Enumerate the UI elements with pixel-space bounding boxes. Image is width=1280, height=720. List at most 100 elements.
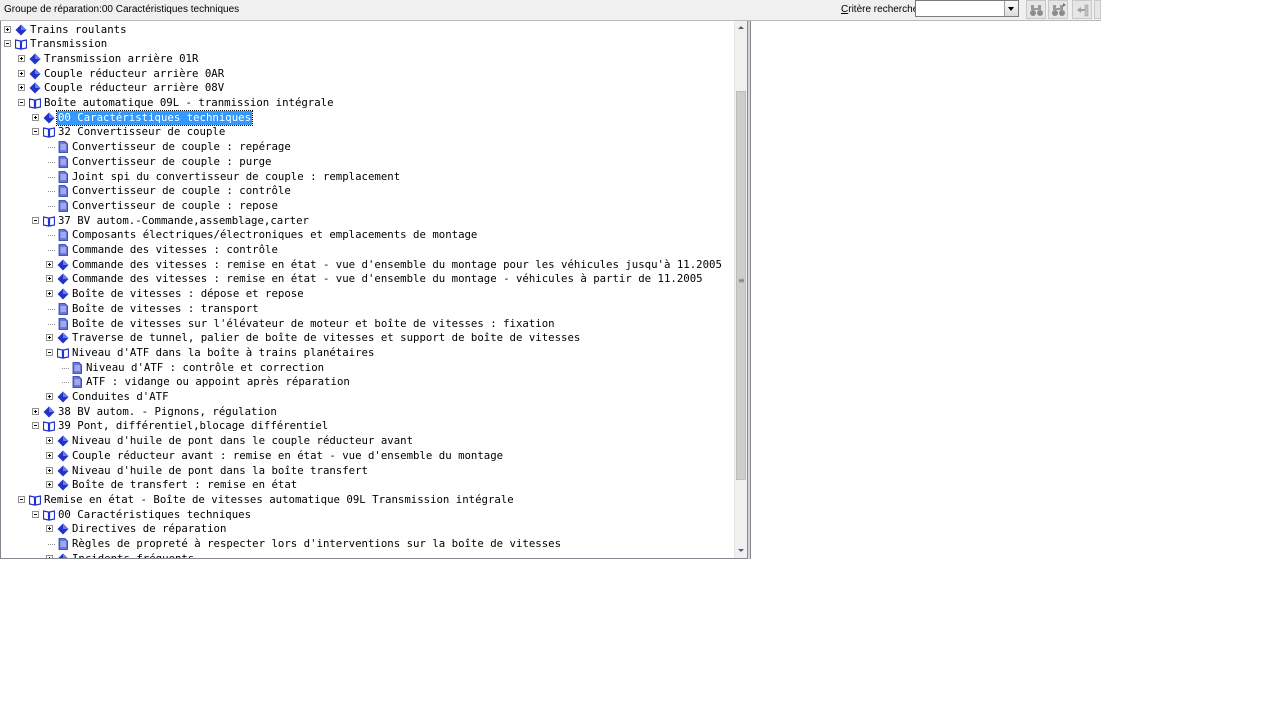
tree-node-label[interactable]: Boîte automatique 09L - tranmission inté…	[43, 96, 335, 110]
expand-plus-icon[interactable]	[46, 275, 53, 283]
book-open-icon	[29, 495, 41, 506]
tree-node-label[interactable]: Composants électriques/électroniques et …	[71, 228, 478, 242]
tree-node-label[interactable]: Couple réducteur arrière 0AR	[43, 67, 225, 81]
tree-node-label[interactable]: Convertisseur de couple : repose	[71, 199, 279, 213]
tree-connector-line	[48, 323, 55, 325]
tree-connector-line	[48, 308, 55, 310]
navigate-back-button[interactable]	[1072, 0, 1092, 19]
toolbar-overflow-button[interactable]	[1094, 0, 1101, 19]
expand-plus-icon[interactable]	[18, 84, 25, 92]
tree-connector-line	[48, 205, 55, 207]
search-next-button[interactable]	[1048, 0, 1068, 19]
tree-node-label[interactable]: Couple réducteur arrière 08V	[43, 81, 225, 95]
collapse-minus-icon[interactable]	[46, 348, 53, 356]
tree-node-label[interactable]: Commande des vitesses : remise en état -…	[71, 258, 723, 272]
tree-node-label[interactable]: Boîte de vitesses : transport	[71, 302, 260, 316]
expand-plus-icon[interactable]	[46, 481, 53, 489]
tree-node-label[interactable]: Boîte de transfert : remise en état	[71, 478, 298, 492]
collapse-minus-icon[interactable]	[18, 99, 25, 106]
tree-node-label[interactable]: Remise en état - Boîte de vitesses autom…	[43, 493, 515, 507]
collapse-minus-icon[interactable]	[18, 495, 25, 503]
navigation-tree[interactable]: Trains roulants Transmission Transmission …	[1, 21, 734, 558]
expand-plus-icon[interactable]	[46, 393, 53, 400]
search-button[interactable]	[1026, 0, 1046, 19]
document-page-icon	[58, 185, 68, 198]
tree-node-label[interactable]: Niveau d'ATF : contrôle et correction	[85, 361, 325, 375]
folder-closed-icon	[43, 112, 55, 124]
tree-connector-line	[48, 235, 55, 237]
document-page-icon	[58, 141, 68, 153]
document-page-icon	[58, 538, 68, 550]
expand-plus-icon[interactable]	[18, 69, 25, 77]
expand-plus-icon[interactable]	[46, 451, 53, 459]
expand-plus-icon[interactable]	[32, 113, 39, 121]
folder-closed-icon	[57, 391, 69, 403]
collapse-minus-icon[interactable]	[4, 40, 11, 48]
tree-node-label[interactable]: Convertisseur de couple : contrôle	[71, 184, 292, 198]
tree-node-label[interactable]: Convertisseur de couple : repérage	[71, 140, 292, 154]
scroll-up-icon[interactable]	[735, 21, 747, 35]
tree-node-label[interactable]: Niveau d'ATF dans la boîte à trains plan…	[71, 346, 375, 360]
tree-node-label[interactable]: Conduites d'ATF	[71, 390, 170, 404]
tree-node-label[interactable]: Niveau d'huile de pont dans la boîte tra…	[71, 464, 369, 478]
expand-plus-icon[interactable]	[46, 334, 53, 342]
tree-node-label[interactable]: Joint spi du convertisseur de couple : r…	[71, 170, 401, 184]
book-open-icon	[57, 348, 69, 359]
tree-node-label[interactable]: 00 Caractéristiques techniques	[57, 508, 252, 522]
document-page-icon	[58, 302, 68, 315]
scroll-down-icon[interactable]	[735, 544, 747, 558]
tree-node-label[interactable]: Commande des vitesses : contrôle	[71, 243, 279, 257]
tree-node-label[interactable]: Incidents fréquents	[71, 552, 195, 558]
folder-closed-icon	[57, 465, 69, 476]
tree-node-label-selected[interactable]: 00 Caractéristiques techniques	[55, 109, 254, 126]
folder-closed-icon	[57, 523, 69, 535]
expand-plus-icon[interactable]	[46, 290, 53, 298]
collapse-minus-icon[interactable]	[32, 510, 39, 518]
collapse-minus-icon[interactable]	[32, 216, 39, 224]
book-open-icon	[43, 127, 55, 139]
tree-node-label[interactable]: Transmission	[29, 37, 108, 51]
tree-node-label[interactable]: Convertisseur de couple : purge	[71, 155, 272, 169]
tree-connector-line	[48, 191, 55, 193]
tree-node-label[interactable]: Commande des vitesses : remise en état -…	[71, 272, 704, 286]
tree-node-label[interactable]: Traverse de tunnel, palier de boîte de v…	[71, 331, 581, 345]
tree-node-label[interactable]: 39 Pont, différentiel,blocage différenti…	[57, 419, 329, 433]
expand-plus-icon[interactable]	[4, 25, 11, 33]
expand-plus-icon[interactable]	[46, 260, 53, 268]
expand-plus-icon[interactable]	[46, 525, 53, 533]
scrollbar-thumb[interactable]	[736, 91, 746, 480]
search-criteria-label: Critère recherche:	[841, 4, 922, 15]
tree-node-label[interactable]: Boîte de vitesses sur l'élévateur de mot…	[71, 317, 556, 331]
tree-node-label[interactable]: Directives de réparation	[71, 522, 227, 536]
folder-closed-icon	[29, 82, 41, 94]
expand-plus-icon[interactable]	[18, 54, 25, 62]
expand-plus-icon[interactable]	[46, 554, 53, 558]
tree-node-label[interactable]: Niveau d'huile de pont dans le couple ré…	[71, 434, 414, 448]
tree-node-label[interactable]: ATF : vidange ou appoint après réparatio…	[85, 375, 351, 389]
tree-node-label[interactable]: 37 BV autom.-Commande,assemblage,carter	[57, 214, 310, 228]
folder-closed-icon	[57, 332, 69, 344]
tree-node-label[interactable]: Couple réducteur avant : remise en état …	[71, 449, 504, 463]
document-page-icon	[58, 244, 68, 256]
tree-connector-line	[48, 147, 55, 149]
chevron-down-icon[interactable]	[1004, 1, 1018, 16]
collapse-minus-icon[interactable]	[32, 422, 39, 430]
tree-node-label[interactable]: 32 Convertisseur de couple	[57, 125, 226, 139]
search-criteria-combobox[interactable]	[915, 0, 1019, 17]
document-page-icon	[58, 170, 68, 183]
folder-closed-icon	[43, 406, 55, 418]
expand-plus-icon[interactable]	[46, 466, 53, 474]
tree-node-label[interactable]: 38 BV autom. - Pignons, régulation	[57, 405, 278, 419]
tree-node-label[interactable]: Règles de propreté à respecter lors d'in…	[71, 537, 562, 551]
collapse-minus-icon[interactable]	[32, 128, 39, 136]
expand-plus-icon[interactable]	[32, 407, 39, 415]
tree-node-label[interactable]: Transmission arrière 01R	[43, 52, 199, 66]
vertical-scrollbar[interactable]	[734, 21, 747, 558]
folder-closed-icon	[57, 479, 69, 491]
tree-node-label[interactable]: Trains roulants	[29, 23, 128, 37]
folder-closed-icon	[29, 68, 41, 80]
tree-connector-line	[62, 367, 69, 369]
tree-node-label[interactable]: Boîte de vitesses : dépose et repose	[71, 287, 305, 301]
expand-plus-icon[interactable]	[46, 437, 53, 445]
tree-connector-line	[48, 161, 55, 163]
